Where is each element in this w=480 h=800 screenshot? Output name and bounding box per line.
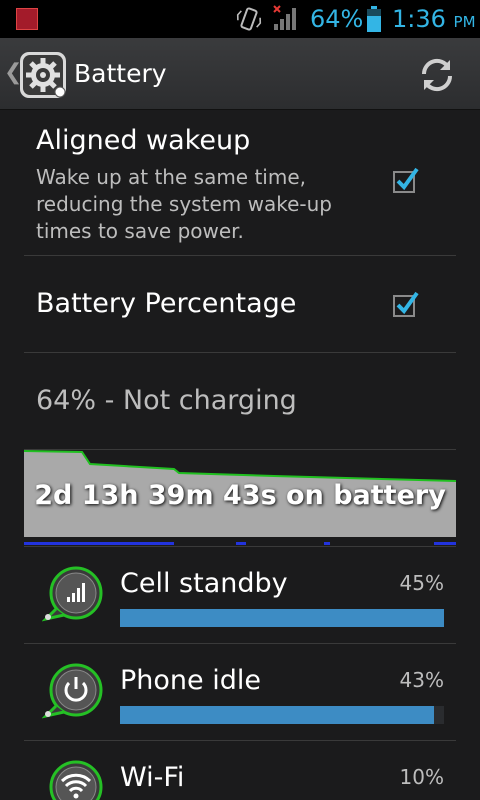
activity-bar — [236, 542, 246, 545]
signal-bars-icon — [42, 566, 103, 622]
usage-name: Wi-Fi — [120, 762, 185, 793]
pref-battery-percentage[interactable]: Battery Percentage — [0, 256, 480, 352]
usage-bar-fill — [120, 609, 444, 627]
activity-bar — [324, 542, 330, 545]
power-icon — [42, 663, 103, 719]
usage-item-wifi[interactable]: Wi-Fi 10% — [0, 741, 480, 800]
usage-item-cell-standby[interactable]: Cell standby 45% — [0, 547, 480, 643]
usage-bar — [120, 706, 444, 724]
battery-percentage-checkbox[interactable] — [392, 290, 420, 318]
activity-bar — [24, 542, 174, 545]
clock: 1:36 PM — [392, 3, 476, 38]
clock-time: 1:36 — [392, 5, 446, 33]
aligned-wakeup-checkbox[interactable] — [392, 166, 420, 194]
usage-percent: 10% — [399, 765, 444, 789]
vibrate-icon — [236, 7, 262, 31]
wifi-icon — [49, 760, 103, 800]
pref-aligned-wakeup[interactable]: Aligned wakeup Wake up at the same time,… — [0, 110, 480, 256]
divider — [24, 352, 456, 353]
activity-bar — [434, 542, 456, 545]
battery-history-label: 2d 13h 39m 43s on battery — [34, 480, 446, 511]
settings-gear-icon[interactable] — [18, 50, 68, 100]
pref-aligned-wakeup-summary: Wake up at the same time, reducing the s… — [36, 165, 332, 243]
page-title: Battery — [74, 59, 167, 88]
refresh-icon[interactable] — [418, 56, 456, 94]
pref-aligned-wakeup-title: Aligned wakeup — [36, 125, 251, 156]
pref-battery-percentage-title: Battery Percentage — [36, 288, 297, 319]
usage-percent: 43% — [399, 668, 444, 692]
usage-percent: 45% — [399, 571, 444, 595]
action-bar: ❮ Battery — [0, 38, 480, 110]
battery-percent-text: 64% — [310, 5, 364, 33]
battery-status-text: 64% - Not charging — [36, 385, 297, 416]
status-bar: 64% 1:36 PM — [0, 0, 480, 38]
battery-icon — [367, 6, 381, 32]
signal-no-service-icon — [273, 5, 296, 30]
clock-ampm: PM — [453, 13, 476, 31]
usage-name: Cell standby — [120, 568, 288, 599]
app-notification-icon — [16, 8, 38, 30]
usage-bar-fill — [120, 706, 435, 724]
usage-item-phone-idle[interactable]: Phone idle 43% — [0, 644, 480, 740]
usage-name: Phone idle — [120, 665, 261, 696]
usage-bar — [120, 609, 444, 627]
